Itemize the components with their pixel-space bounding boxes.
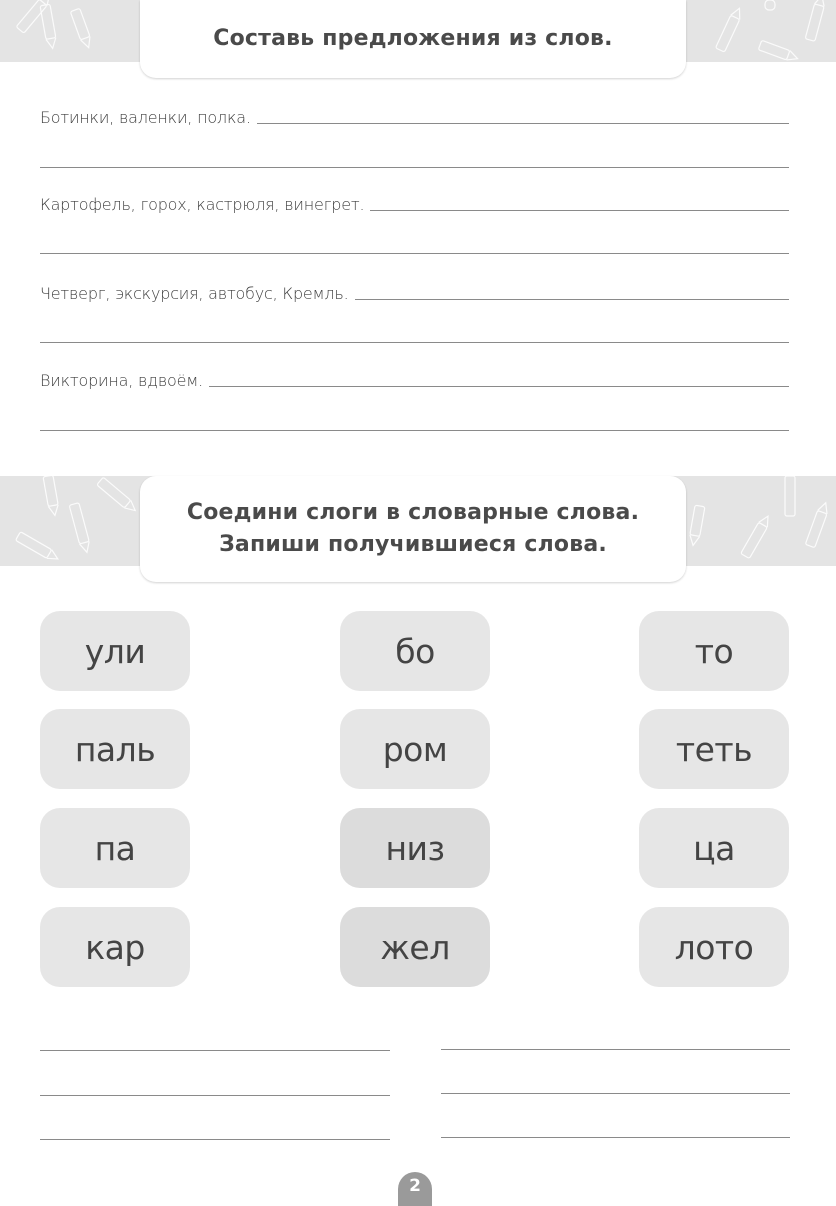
syllable-tile[interactable]: па [40, 808, 190, 888]
writing-line[interactable] [256, 123, 789, 124]
answer-line[interactable] [40, 1139, 390, 1140]
writing-line[interactable] [370, 210, 789, 211]
syllable-tile[interactable]: лото [639, 907, 789, 987]
answer-line[interactable] [40, 1050, 390, 1051]
sentence-task-3: Четверг, экскурсия, автобус, Кремль. [40, 280, 789, 306]
syllable-tile[interactable]: ца [639, 808, 789, 888]
syllable-tile[interactable]: паль [40, 709, 190, 789]
page-number-badge: 2 [398, 1172, 432, 1206]
answer-line[interactable] [441, 1049, 790, 1050]
syllable-tile[interactable]: низ [340, 808, 490, 888]
answer-line[interactable] [441, 1137, 790, 1138]
writing-line[interactable] [40, 253, 789, 254]
section2-title-line2: Запиши получившиеся слова. [219, 532, 607, 557]
writing-line[interactable] [40, 430, 789, 431]
section2-title-card: Соедини слоги в словарные слова. Запиши … [140, 476, 686, 582]
answer-line[interactable] [40, 1095, 390, 1096]
sentence-prompt: Четверг, экскурсия, автобус, Кремль. [40, 284, 349, 303]
page-number: 2 [409, 1176, 421, 1196]
sentence-prompt: Викторина, вдвоём. [40, 371, 203, 390]
writing-line[interactable] [354, 299, 789, 300]
sentence-task-4: Викторина, вдвоём. [40, 367, 789, 393]
writing-line[interactable] [209, 386, 789, 387]
writing-line[interactable] [40, 167, 789, 168]
section1-title: Составь предложения из слов. [213, 26, 613, 51]
sentence-prompt: Ботинки, валенки, полка. [40, 108, 251, 127]
section1-title-card: Составь предложения из слов. [140, 0, 686, 78]
sentence-prompt: Картофель, горох, кастрюля, винегрет. [40, 195, 365, 214]
syllable-tile[interactable]: ром [340, 709, 490, 789]
answer-line[interactable] [441, 1093, 790, 1094]
syllable-tile[interactable]: теть [639, 709, 789, 789]
syllable-tile[interactable]: ули [40, 611, 190, 691]
sentence-task-2: Картофель, горох, кастрюля, винегрет. [40, 191, 789, 217]
sentence-task-1: Ботинки, валенки, полка. [40, 104, 789, 130]
writing-line[interactable] [40, 342, 789, 343]
syllable-tile[interactable]: бо [340, 611, 490, 691]
syllable-grid: ули паль па кар бо ром низ жел то теть ц… [40, 611, 790, 991]
syllable-tile[interactable]: то [639, 611, 789, 691]
syllable-tile[interactable]: жел [340, 907, 490, 987]
syllable-tile[interactable]: кар [40, 907, 190, 987]
section2-title-line1: Соедини слоги в словарные слова. [186, 500, 640, 525]
